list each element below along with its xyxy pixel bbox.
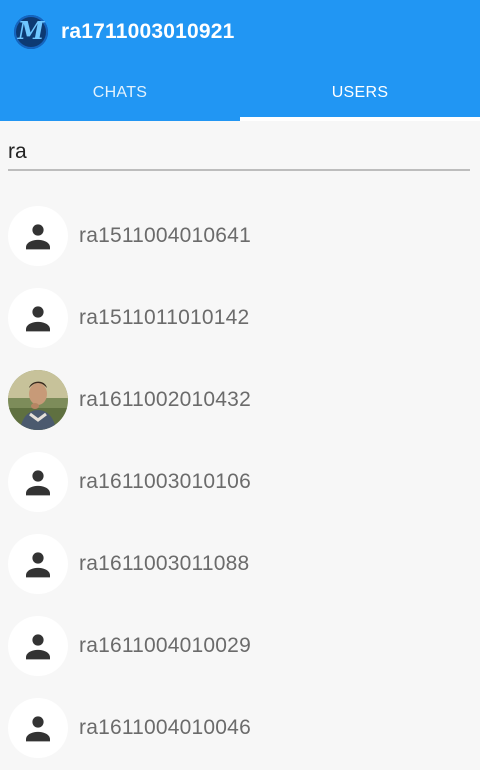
user-list-item[interactable]: ra1511004010641 bbox=[0, 195, 480, 277]
avatar-photo bbox=[8, 370, 68, 430]
user-name: ra1611003011088 bbox=[79, 552, 250, 575]
person-icon bbox=[26, 716, 50, 742]
user-name: ra1611002010432 bbox=[79, 388, 251, 411]
user-list-item[interactable]: ra1611004010046 bbox=[0, 687, 480, 769]
tab-users[interactable]: USERS bbox=[240, 64, 480, 121]
user-list: ra1511004010641 ra1511011010142 ra161100… bbox=[0, 173, 480, 769]
person-icon bbox=[26, 224, 50, 250]
user-list-item[interactable]: ra1611003011088 bbox=[0, 523, 480, 605]
search-bar bbox=[0, 121, 480, 173]
user-list-item[interactable]: ra1611002010432 bbox=[0, 359, 480, 441]
tab-chats[interactable]: CHATS bbox=[0, 64, 240, 121]
logo-letter: M bbox=[17, 16, 45, 45]
avatar bbox=[8, 698, 68, 758]
app-toolbar: M ra1711003010921 bbox=[0, 0, 480, 64]
app-screen: M ra1711003010921 CHATS USERS ra15110040… bbox=[0, 0, 480, 770]
avatar bbox=[8, 534, 68, 594]
user-name: ra1511004010641 bbox=[79, 224, 251, 247]
avatar bbox=[8, 616, 68, 676]
person-icon bbox=[26, 470, 50, 496]
user-name: ra1611004010046 bbox=[79, 716, 251, 739]
tab-bar: CHATS USERS bbox=[0, 64, 480, 121]
person-icon bbox=[26, 306, 50, 332]
search-input[interactable] bbox=[8, 139, 470, 171]
page-title: ra1711003010921 bbox=[61, 20, 235, 43]
person-icon bbox=[26, 552, 50, 578]
person-icon bbox=[26, 634, 50, 660]
user-list-item[interactable]: ra1611003010106 bbox=[0, 441, 480, 523]
user-list-item[interactable]: ra1611004010029 bbox=[0, 605, 480, 687]
avatar bbox=[8, 452, 68, 512]
user-list-item[interactable]: ra1511011010142 bbox=[0, 277, 480, 359]
profile-photo bbox=[8, 370, 68, 430]
user-name: ra1611004010029 bbox=[79, 634, 251, 657]
avatar bbox=[8, 206, 68, 266]
user-name: ra1611003010106 bbox=[79, 470, 251, 493]
app-logo[interactable]: M bbox=[14, 15, 48, 49]
avatar bbox=[8, 288, 68, 348]
user-name: ra1511011010142 bbox=[79, 306, 250, 329]
